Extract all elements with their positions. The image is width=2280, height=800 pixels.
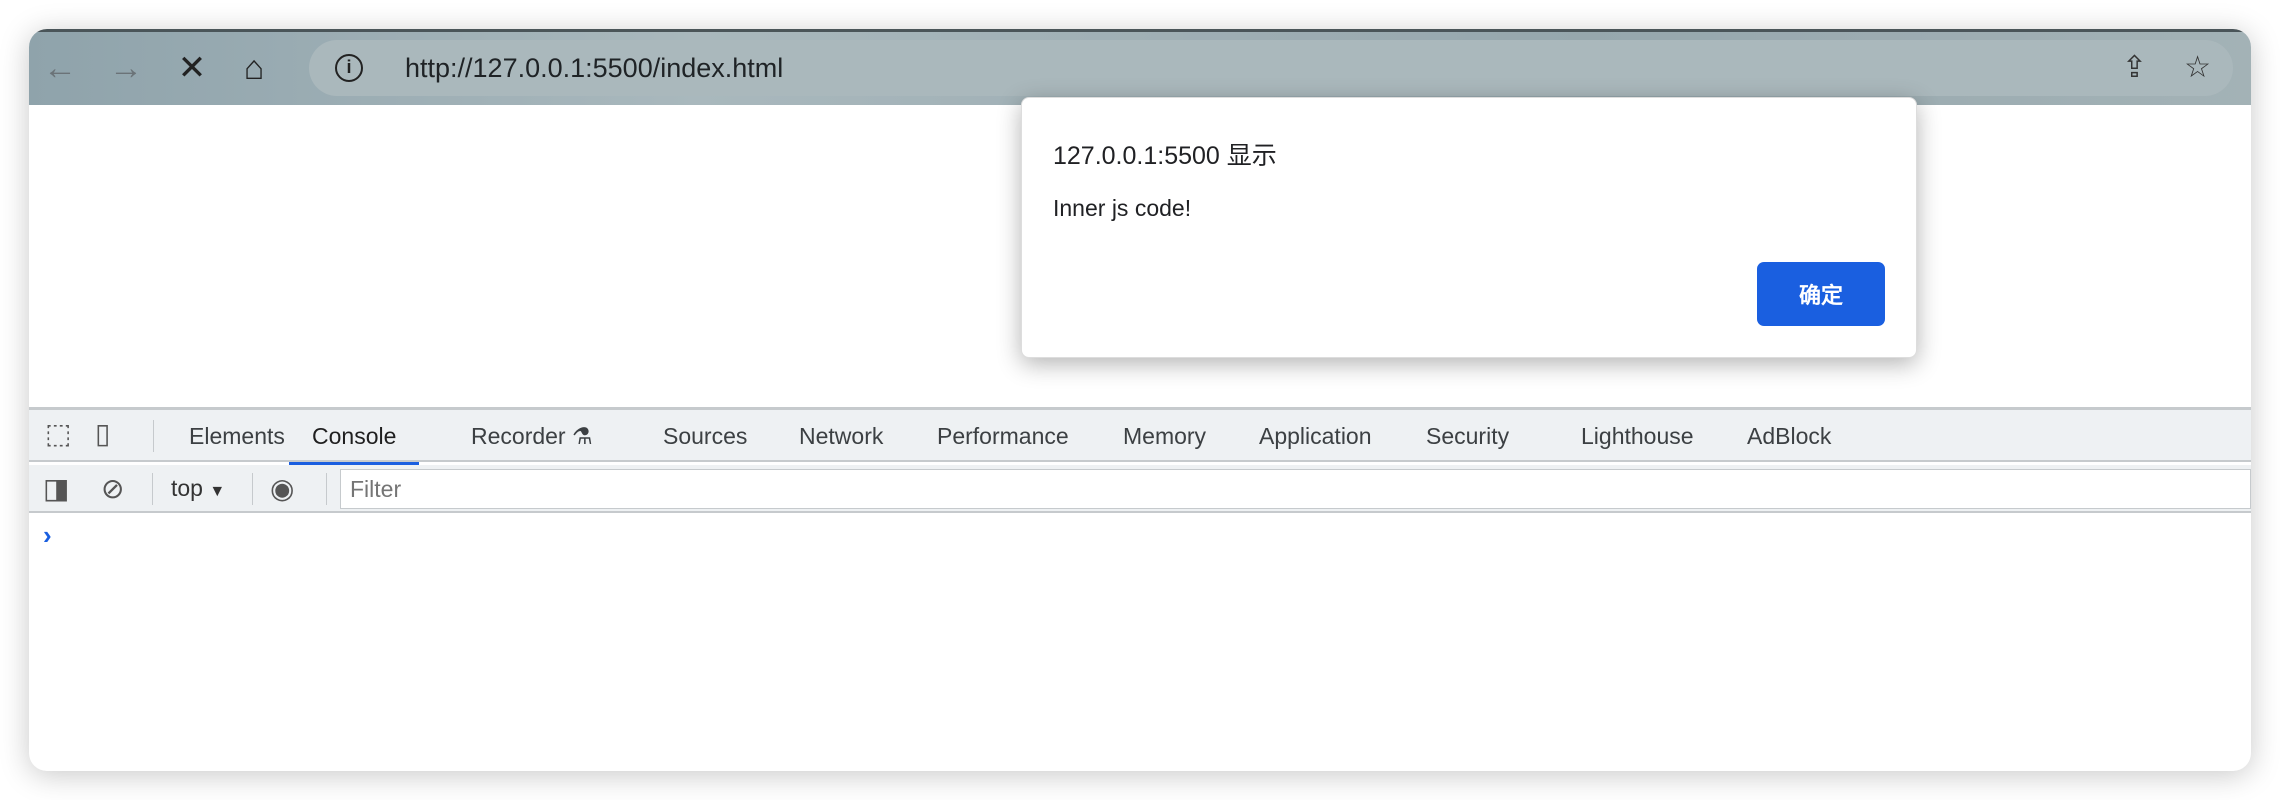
tab-application[interactable]: Application <box>1259 410 1372 462</box>
inspect-element-icon[interactable]: ⬚ <box>45 412 71 456</box>
forward-button[interactable]: → <box>101 46 151 90</box>
tab-adblock[interactable]: AdBlock <box>1747 410 1831 462</box>
home-button[interactable]: ⌂ <box>229 46 279 90</box>
tab-performance[interactable]: Performance <box>937 410 1069 462</box>
filter-input[interactable] <box>340 469 2251 509</box>
browser-window: ← → ✕ ⌂ i http://127.0.0.1:5500/index.ht… <box>29 29 2251 771</box>
context-selector[interactable]: top ▼ <box>171 465 225 515</box>
address-bar[interactable]: i http://127.0.0.1:5500/index.html ⇪ ☆ <box>309 40 2233 96</box>
tab-elements[interactable]: Elements <box>189 410 285 462</box>
sidebar-toggle-icon[interactable]: ◨ <box>43 467 69 511</box>
divider <box>152 473 153 505</box>
info-icon[interactable]: i <box>335 54 363 82</box>
tab-console[interactable]: Console <box>289 410 420 465</box>
tab-network[interactable]: Network <box>799 410 883 462</box>
console-prompt-icon[interactable]: › <box>43 520 52 551</box>
flask-icon: ⚗ <box>572 423 593 449</box>
dropdown-arrow-icon: ▼ <box>209 483 226 500</box>
tab-memory[interactable]: Memory <box>1123 410 1206 462</box>
divider <box>153 420 154 452</box>
console-toolbar: ◨ ⊘ top ▼ ◉ <box>29 465 2251 513</box>
alert-dialog: 127.0.0.1:5500 显示 Inner js code! 确定 <box>1021 97 1917 358</box>
divider <box>252 473 253 505</box>
tab-security[interactable]: Security <box>1426 410 1509 462</box>
tab-recorder[interactable]: Recorder ⚗ <box>471 410 593 462</box>
devtools-tab-bar: ⬚ ▯ Elements Console Recorder ⚗ Sources … <box>29 407 2251 465</box>
stop-button[interactable]: ✕ <box>167 46 217 90</box>
url-text: http://127.0.0.1:5500/index.html <box>405 53 784 83</box>
tab-recorder-label: Recorder <box>471 423 566 449</box>
tab-sources[interactable]: Sources <box>663 410 747 462</box>
clear-console-icon[interactable]: ⊘ <box>101 467 124 511</box>
live-expression-eye-icon[interactable]: ◉ <box>270 467 294 511</box>
dialog-title: 127.0.0.1:5500 显示 <box>1053 142 1277 170</box>
context-value: top <box>171 475 203 501</box>
star-icon[interactable]: ☆ <box>2184 46 2211 90</box>
tab-lighthouse[interactable]: Lighthouse <box>1581 410 1694 462</box>
back-button[interactable]: ← <box>35 46 85 90</box>
browser-toolbar: ← → ✕ ⌂ i http://127.0.0.1:5500/index.ht… <box>29 29 2251 105</box>
device-toolbar-icon[interactable]: ▯ <box>95 412 110 456</box>
dialog-message: Inner js code! <box>1053 195 1192 221</box>
share-icon[interactable]: ⇪ <box>2122 46 2147 90</box>
divider <box>326 473 327 505</box>
ok-button[interactable]: 确定 <box>1757 262 1885 326</box>
